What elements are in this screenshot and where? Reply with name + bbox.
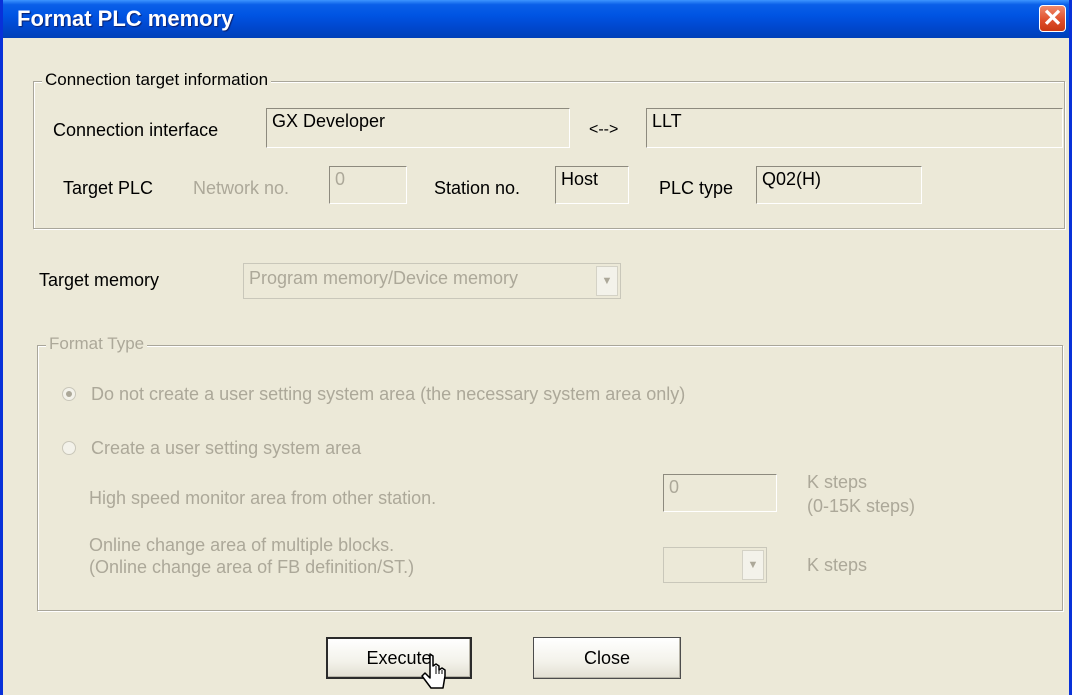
online-change-label-line2: (Online change area of FB definition/ST.… xyxy=(89,557,415,577)
close-icon: ✕ xyxy=(1042,4,1063,32)
no-user-area-label[interactable]: Do not create a user setting system area… xyxy=(91,384,685,405)
connection-target-group: Connection target information xyxy=(33,70,1065,229)
format-plc-memory-dialog: Format PLC memory ✕ Connection target in… xyxy=(0,0,1072,695)
online-change-unit: K steps xyxy=(807,555,868,575)
online-change-label-line1: Online change area of multiple blocks. xyxy=(89,535,395,555)
connection-target-legend: Connection target information xyxy=(42,70,272,90)
title-bar[interactable]: Format PLC memory ✕ xyxy=(3,0,1069,38)
create-user-area-radio[interactable] xyxy=(62,441,76,455)
plc-type-field: Q02(H) xyxy=(756,166,922,204)
target-plc-label: Target PLC xyxy=(63,178,154,198)
close-button-label: Close xyxy=(583,647,631,668)
station-no-field: Host xyxy=(555,166,629,204)
mouse-pointer-icon xyxy=(421,653,446,689)
dialog-title: Format PLC memory xyxy=(17,6,234,31)
network-no-field: 0 xyxy=(329,166,407,204)
online-change-select[interactable]: ▼ xyxy=(663,547,767,583)
close-button[interactable]: Close xyxy=(533,637,681,679)
high-speed-range: (0-15K steps) xyxy=(807,496,916,516)
format-type-legend: Format Type xyxy=(46,334,148,354)
connection-interface-label: Connection interface xyxy=(53,120,219,140)
target-memory-selected: Program memory/Device memory xyxy=(249,268,519,288)
connection-interface-field: GX Developer xyxy=(266,108,570,148)
radio-selected-dot xyxy=(66,391,72,397)
high-speed-unit: K steps xyxy=(807,472,868,492)
target-memory-label: Target memory xyxy=(39,270,160,290)
plc-type-label: PLC type xyxy=(659,178,734,198)
create-user-area-label[interactable]: Create a user setting system area xyxy=(91,438,361,459)
close-window-button[interactable]: ✕ xyxy=(1039,5,1066,32)
chevron-down-icon[interactable]: ▼ xyxy=(742,550,764,580)
connection-arrow: <--> xyxy=(589,121,619,138)
target-memory-select[interactable]: Program memory/Device memory ▼ xyxy=(243,263,621,299)
execute-button[interactable]: Execute xyxy=(326,637,472,679)
network-no-label: Network no. xyxy=(193,178,290,198)
plc-link-field: LLT xyxy=(646,108,1063,148)
high-speed-monitor-label: High speed monitor area from other stati… xyxy=(89,488,437,508)
chevron-down-icon[interactable]: ▼ xyxy=(596,266,618,296)
station-no-label: Station no. xyxy=(434,178,521,198)
no-user-area-radio[interactable] xyxy=(62,387,76,401)
high-speed-monitor-input[interactable]: 0 xyxy=(663,474,777,512)
